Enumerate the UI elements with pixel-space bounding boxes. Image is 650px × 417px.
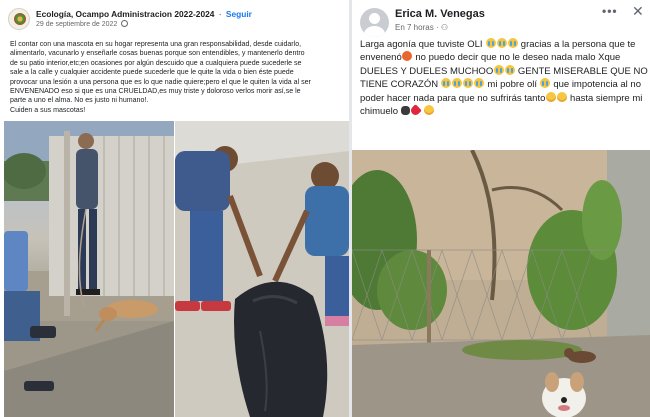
crying-emoji-icon xyxy=(463,78,474,89)
angry-emoji-icon xyxy=(402,51,413,62)
page-name-row: Ecología, Ocampo Administracion 2022-202… xyxy=(36,9,252,19)
post-text-segment: Larga agonía que tuviste OLI xyxy=(360,39,486,50)
teary-emoji-icon xyxy=(545,91,556,102)
avatar-body xyxy=(364,26,385,37)
post-text-line: provocar una lesión a una persona que es… xyxy=(10,78,311,86)
post-meta: En 7 horas · ⚇ xyxy=(395,23,448,32)
sad-emoji-icon xyxy=(423,105,434,116)
broken-heart-icon xyxy=(409,104,423,117)
post-text-line: de su patio interior,etc;en ocasiones po… xyxy=(10,59,302,67)
post-text-line: Cuiden a sus mascotas! xyxy=(10,106,86,114)
left-post: Ecología, Ocampo Administracion 2022-202… xyxy=(0,0,349,417)
avatar-head xyxy=(369,13,380,24)
paw-prints-icon xyxy=(401,106,411,116)
post-photo-gate[interactable] xyxy=(4,121,174,417)
page-name[interactable]: Ecología, Ocampo Administracion 2022-202… xyxy=(36,9,214,19)
post-meta: 29 de septiembre de 2022 xyxy=(36,20,129,28)
separator-dot: · xyxy=(435,23,439,32)
crying-emoji-icon xyxy=(507,38,518,48)
ecology-logo-icon xyxy=(14,13,26,25)
photo-gate-scene xyxy=(4,121,174,417)
teary-emoji-icon xyxy=(556,91,567,102)
crying-emoji-icon xyxy=(441,78,452,89)
crying-emoji-icon xyxy=(485,38,496,48)
friends-audience-icon: ⚇ xyxy=(440,23,449,32)
crying-emoji-icon xyxy=(452,78,463,89)
post-text-line: ENVENENADO eso si que es una CRUELDAD,es… xyxy=(10,88,301,96)
author-avatar[interactable] xyxy=(360,8,389,37)
crying-emoji-icon xyxy=(474,78,485,89)
crying-emoji-icon xyxy=(540,78,551,89)
post-header: Ecología, Ocampo Administracion 2022-202… xyxy=(0,0,349,32)
post-text-line: alimentarlo, vacunarlo y enseñarle cosas… xyxy=(10,50,305,58)
author-name[interactable]: Erica M. Venegas xyxy=(395,8,485,20)
post-text: Larga agonía que tuviste OLI gracias a l… xyxy=(360,38,648,118)
photo-dog-scene xyxy=(352,150,650,417)
globe-icon xyxy=(121,20,129,27)
right-post: Erica M. Venegas En 7 horas · ⚇ ••• ✕ La… xyxy=(352,0,650,417)
crying-emoji-icon xyxy=(496,38,507,48)
post-date[interactable]: 29 de septiembre de 2022 xyxy=(36,21,117,28)
follow-button[interactable]: Seguir xyxy=(226,9,252,19)
post-text-line: sale a la calle y cualquier accidente pu… xyxy=(10,69,294,77)
post-time[interactable]: En 7 horas xyxy=(395,23,434,32)
crying-emoji-icon xyxy=(504,64,515,75)
crying-emoji-icon xyxy=(493,64,504,75)
post-photo-dog[interactable] xyxy=(352,150,650,417)
page-avatar[interactable] xyxy=(8,8,30,30)
separator-dot: · xyxy=(218,9,222,19)
more-options-icon[interactable]: ••• xyxy=(602,4,618,18)
post-text-line: parte a uno el alma. No es justo ni huma… xyxy=(10,97,149,105)
post-text-segment: mi pobre olí xyxy=(484,79,540,91)
photo-bag-scene xyxy=(175,121,349,417)
close-icon[interactable]: ✕ xyxy=(632,3,644,20)
post-photo-bag[interactable] xyxy=(175,121,349,417)
post-text-line: El contar con una mascota en su hogar re… xyxy=(10,41,302,48)
post-text: El contar con una mascota en su hogar re… xyxy=(10,40,344,115)
